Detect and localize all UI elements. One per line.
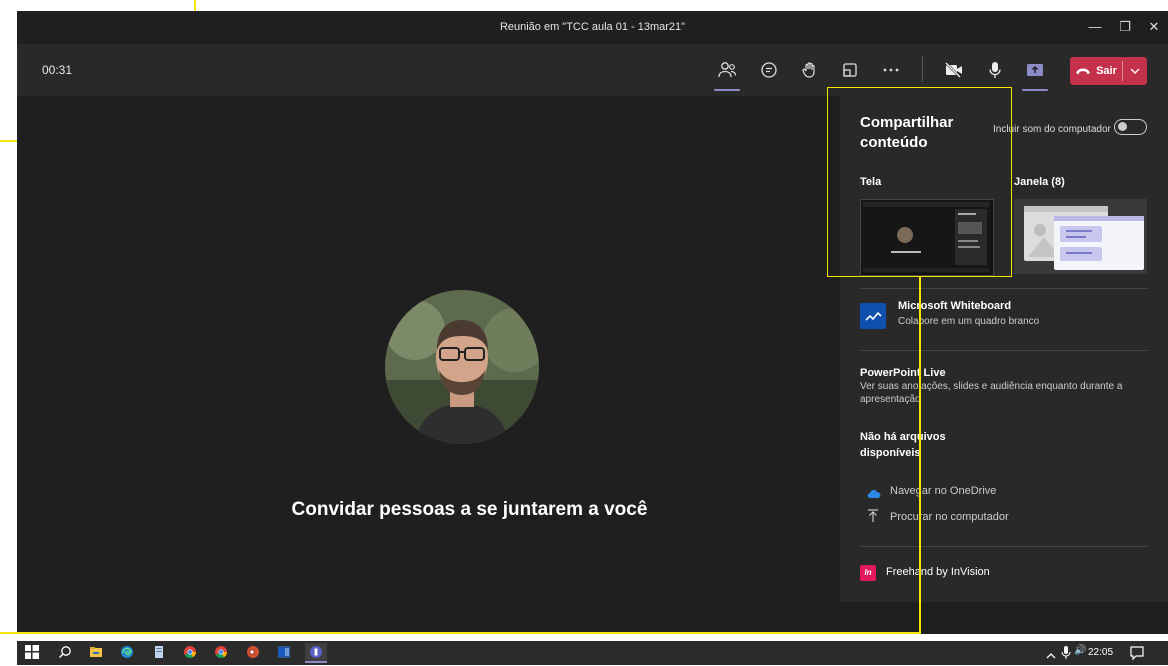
section-divider — [860, 288, 1148, 289]
raise-hand-button[interactable] — [797, 57, 823, 83]
include-sound-toggle[interactable] — [1114, 119, 1147, 135]
title-bar: Reunião em "TCC aula 01 - 13mar21" — ❐ ✕ — [17, 11, 1168, 44]
maximize-button[interactable]: ❐ — [1114, 17, 1136, 37]
chevron-down-icon — [1130, 68, 1140, 74]
onedrive-icon — [867, 486, 881, 504]
breakout-rooms-button[interactable] — [837, 57, 863, 83]
whiteboard-icon — [860, 303, 886, 329]
hang-up-icon — [1076, 68, 1091, 75]
section-divider — [860, 546, 1148, 547]
windows-start-icon[interactable] — [25, 645, 41, 661]
chat-button[interactable] — [756, 57, 782, 83]
mic-toggle-button[interactable] — [982, 57, 1008, 83]
chrome-icon[interactable] — [183, 645, 199, 661]
chat-icon — [761, 62, 777, 78]
invision-icon: In — [860, 565, 876, 581]
notifications-icon[interactable] — [1129, 645, 1145, 666]
window-title: Reunião em "TCC aula 01 - 13mar21" — [499, 21, 686, 33]
powerpoint-live-subtitle: Ver suas anotações, slides e audiência e… — [860, 381, 1123, 405]
invite-message: Convidar pessoas a se juntarem a você — [291, 499, 648, 520]
notes-app-icon[interactable] — [152, 645, 168, 661]
mic-icon — [989, 62, 1001, 78]
participant-photo — [385, 290, 539, 444]
search-icon[interactable] — [58, 645, 74, 661]
teams-taskbar-button[interactable] — [305, 643, 327, 663]
camera-off-icon — [945, 62, 962, 78]
whiteboard-title[interactable]: Microsoft Whiteboard — [898, 300, 1011, 312]
more-actions-button[interactable] — [878, 57, 904, 83]
volume-icon[interactable]: 🔊 — [1074, 645, 1086, 656]
people-icon — [718, 62, 737, 78]
word-icon[interactable] — [277, 645, 293, 661]
avatar — [385, 290, 539, 444]
window-thumbnail[interactable] — [1014, 199, 1147, 274]
camera-toggle-button[interactable] — [941, 57, 967, 83]
raise-hand-icon — [802, 62, 815, 78]
window-preview — [1014, 199, 1147, 274]
no-files-message: Não há arquivos disponíveis — [860, 431, 946, 459]
participants-button[interactable] — [714, 57, 740, 91]
edge-icon[interactable] — [120, 645, 136, 661]
taskbar-clock[interactable]: 22:05 — [1088, 641, 1113, 665]
annotation-line — [0, 632, 921, 634]
close-button[interactable]: ✕ — [1143, 17, 1165, 37]
share-content-button[interactable] — [1022, 57, 1048, 91]
minimize-button[interactable]: — — [1084, 17, 1106, 37]
file-explorer-icon[interactable] — [89, 645, 105, 661]
browse-onedrive-link[interactable]: Navegar no OneDrive — [890, 485, 996, 497]
microphone-tray-icon[interactable] — [1061, 646, 1071, 665]
share-icon — [1027, 64, 1043, 76]
section-divider — [860, 350, 1148, 351]
chrome-icon[interactable] — [214, 645, 230, 661]
teams-icon — [310, 646, 322, 658]
show-hidden-icons-icon[interactable] — [1046, 647, 1056, 665]
freehand-invision-item[interactable]: Freehand by InVision — [886, 566, 990, 578]
rooms-icon — [843, 63, 857, 77]
more-icon — [883, 68, 899, 72]
browse-computer-link[interactable]: Procurar no computador — [890, 511, 1009, 523]
toggle-knob — [1118, 122, 1127, 131]
windows-taskbar: 🔊 22:05 — [17, 641, 1168, 665]
powerpoint-icon[interactable] — [246, 645, 262, 661]
leave-label: Sair — [1096, 65, 1117, 77]
leave-main[interactable]: Sair — [1070, 57, 1122, 85]
window-section-label: Janela (8) — [1014, 176, 1065, 188]
powerpoint-live-title: PowerPoint Live — [860, 367, 946, 379]
meeting-timer: 00:31 — [42, 63, 73, 77]
annotation-highlight-box — [827, 87, 1012, 277]
toolbar-separator — [922, 56, 923, 82]
annotation-line — [919, 277, 921, 633]
leave-button[interactable]: Sair — [1070, 57, 1147, 85]
leave-options-button[interactable] — [1123, 57, 1147, 85]
upload-icon — [867, 509, 879, 526]
